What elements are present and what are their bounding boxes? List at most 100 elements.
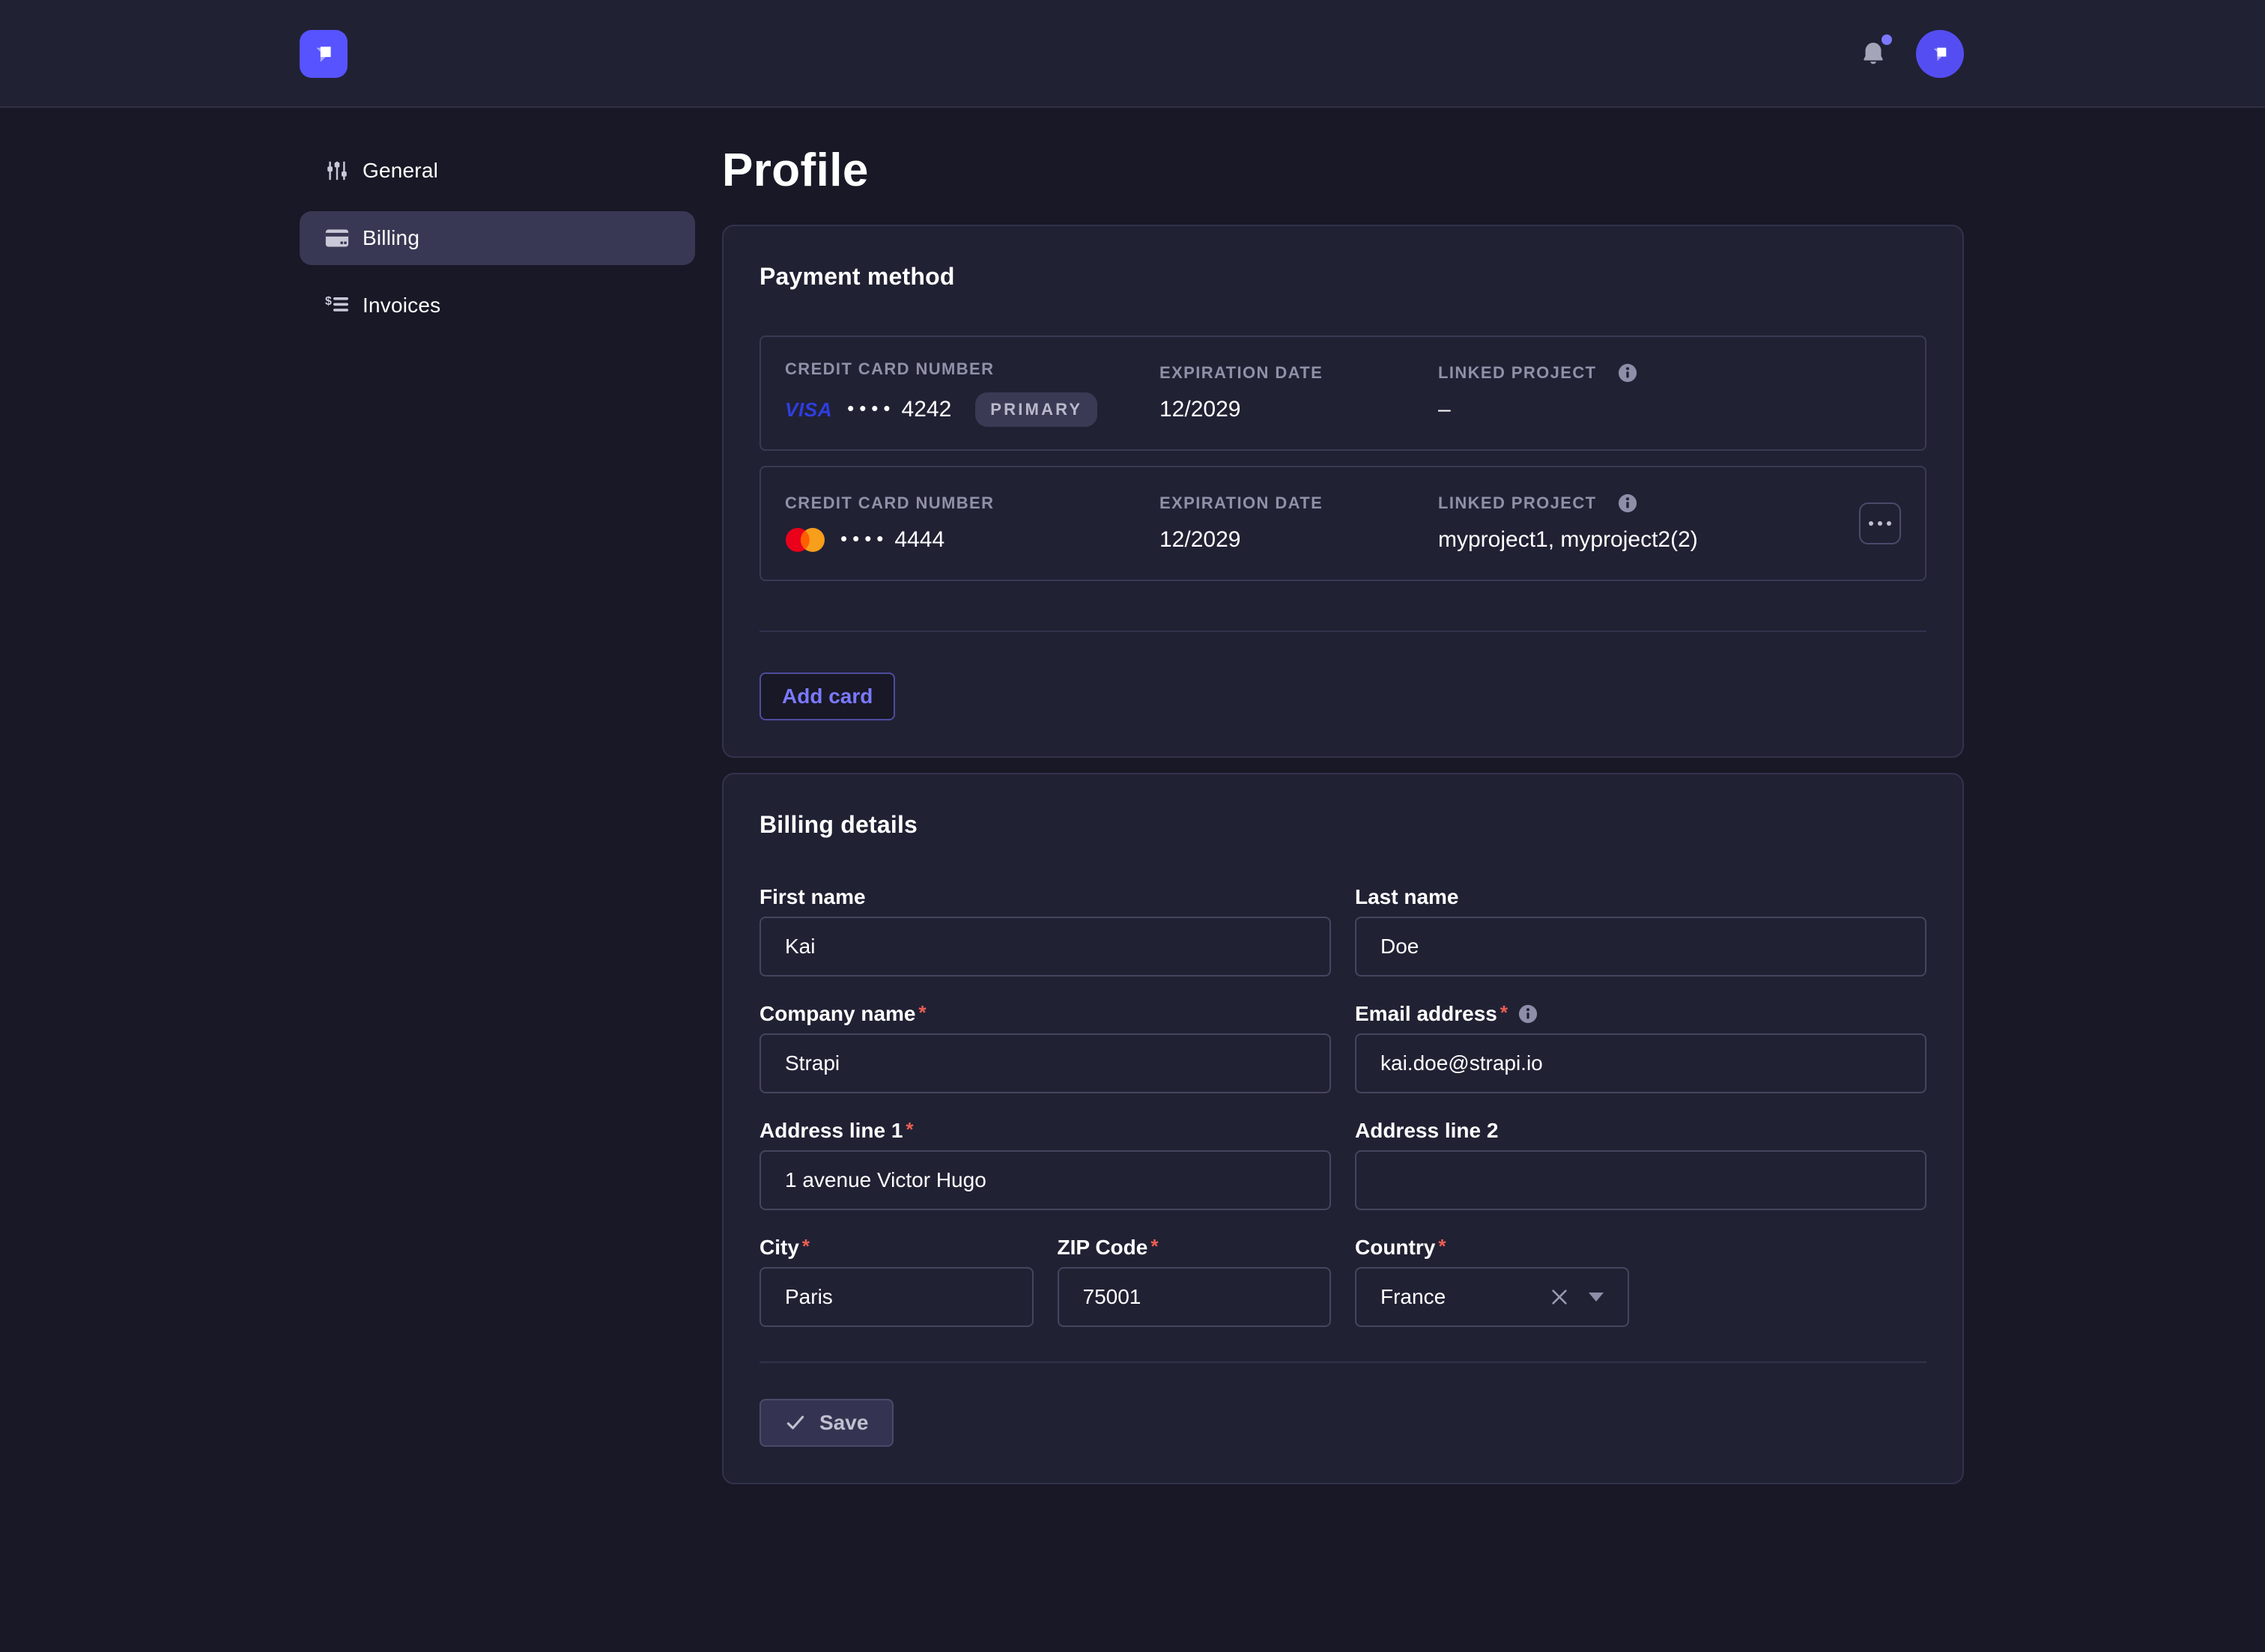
clear-icon[interactable] (1550, 1287, 1569, 1307)
invoice-icon: $ (325, 294, 349, 318)
credit-card-number-label: CREDIT CARD NUMBER (785, 494, 1159, 513)
required-asterisk: * (919, 999, 927, 1026)
settings-sidebar: General Billing $ (300, 144, 695, 346)
credit-card-list: CREDIT CARD NUMBER VISA •••• 4242 PRIMAR… (759, 335, 1926, 581)
zip-code-input[interactable] (1058, 1267, 1332, 1327)
visa-logo: VISA (785, 396, 832, 423)
email-address-label: Email address * (1355, 1000, 1926, 1027)
strapi-mark-icon (307, 37, 340, 70)
chevron-down-icon[interactable] (1589, 1293, 1604, 1302)
card-number-column: CREDIT CARD NUMBER •••• 4444 (785, 494, 1159, 553)
sidebar-item-invoices[interactable]: $ Invoices (300, 279, 695, 332)
topbar (0, 0, 2265, 108)
field-zip-code: ZIP Code * (1058, 1234, 1332, 1327)
city-zip-country-row: City * ZIP Code * Co (759, 1234, 1926, 1327)
sidebar-item-label: General (363, 159, 438, 183)
last-name-input[interactable] (1355, 917, 1926, 977)
city-input[interactable] (759, 1267, 1034, 1327)
notification-dot (1882, 34, 1892, 45)
city-label: City * (759, 1234, 1034, 1261)
address-line-2-label: Address line 2 (1355, 1117, 1926, 1144)
address-line-2-input[interactable] (1355, 1150, 1926, 1210)
first-name-label: First name (759, 884, 1331, 911)
label-text: Country (1355, 1234, 1435, 1261)
card-number-column: CREDIT CARD NUMBER VISA •••• 4242 PRIMAR… (785, 359, 1159, 427)
check-icon (785, 1412, 806, 1433)
svg-text:$: $ (325, 295, 332, 308)
expiration-date-value: 12/2029 (1159, 526, 1438, 553)
app-root: General Billing $ (0, 0, 2265, 1652)
primary-badge: PRIMARY (975, 392, 1097, 427)
linked-project-label-text: LINKED PROJECT (1438, 494, 1597, 513)
linked-project-column: LINKED PROJECT myproject1, myproject2(2) (1438, 494, 1859, 553)
save-button-label: Save (819, 1411, 868, 1435)
field-city: City * (759, 1234, 1034, 1327)
sidebar-item-billing[interactable]: Billing (300, 211, 695, 265)
page-title: Profile (722, 144, 1964, 198)
billing-details-heading: Billing details (759, 810, 1926, 839)
save-button[interactable]: Save (759, 1399, 894, 1447)
field-address-line-2: Address line 2 (1355, 1117, 1926, 1210)
card-last4: 4444 (894, 526, 944, 553)
linked-project-label: LINKED PROJECT (1438, 494, 1859, 513)
label-text: First name (759, 884, 866, 911)
expiration-date-label: EXPIRATION DATE (1159, 363, 1438, 383)
field-company-name: Company name * (759, 1000, 1331, 1093)
masked-digits: •••• (840, 525, 888, 552)
country-selected-value: France (1380, 1285, 1446, 1309)
required-asterisk: * (906, 1116, 913, 1143)
label-text: Last name (1355, 884, 1459, 911)
label-text: ZIP Code (1058, 1234, 1148, 1261)
label-text: Company name (759, 1000, 916, 1027)
expiration-date-value: 12/2029 (1159, 396, 1438, 423)
strapi-logo[interactable] (300, 30, 348, 78)
linked-project-value: myproject1, myproject2(2) (1438, 526, 1859, 553)
billing-details-form: First name Last name Company name * (759, 884, 1926, 1327)
credit-card-number-label: CREDIT CARD NUMBER (785, 359, 1159, 379)
mastercard-logo (785, 527, 825, 553)
empty-grid-cell (1653, 1234, 1927, 1327)
credit-card-row-mastercard: CREDIT CARD NUMBER •••• 4444 EX (759, 466, 1926, 581)
card-number-value: •••• 4444 (785, 526, 1159, 553)
company-name-input[interactable] (759, 1033, 1331, 1093)
country-label: Country * (1355, 1234, 1629, 1261)
payment-method-heading: Payment method (759, 262, 1926, 291)
field-first-name: First name (759, 884, 1331, 977)
card-actions-menu-button[interactable] (1859, 502, 1901, 544)
expiration-column: EXPIRATION DATE 12/2029 (1159, 494, 1438, 553)
first-name-input[interactable] (759, 917, 1331, 977)
linked-project-value: – (1438, 396, 1901, 423)
field-email-address: Email address * (1355, 1000, 1926, 1093)
email-address-input[interactable] (1355, 1033, 1926, 1093)
topbar-actions (1858, 0, 1964, 108)
label-text: Address line 2 (1355, 1117, 1498, 1144)
address-line-1-input[interactable] (759, 1150, 1331, 1210)
required-asterisk: * (1500, 999, 1508, 1026)
ellipsis-icon (1878, 521, 1882, 526)
field-country: Country * France (1355, 1234, 1629, 1327)
required-asterisk: * (802, 1233, 810, 1260)
billing-form-divider (759, 1361, 1926, 1363)
payment-method-card: Payment method CREDIT CARD NUMBER VISA •… (722, 225, 1964, 758)
required-asterisk: * (1438, 1233, 1446, 1260)
expiration-column: EXPIRATION DATE 12/2029 (1159, 363, 1438, 423)
user-avatar[interactable] (1916, 30, 1964, 78)
notifications-button[interactable] (1858, 37, 1890, 70)
add-card-button[interactable]: Add card (759, 672, 895, 720)
label-text: City (759, 1234, 799, 1261)
sidebar-item-label: Invoices (363, 294, 440, 318)
zip-code-label: ZIP Code * (1058, 1234, 1332, 1261)
info-icon[interactable] (1618, 494, 1637, 513)
masked-digits: •••• (847, 395, 895, 422)
field-last-name: Last name (1355, 884, 1926, 977)
company-name-label: Company name * (759, 1000, 1331, 1027)
billing-details-card: Billing details First name Last name (722, 773, 1964, 1484)
credit-card-row-visa: CREDIT CARD NUMBER VISA •••• 4242 PRIMAR… (759, 335, 1926, 451)
country-select[interactable]: France (1355, 1267, 1629, 1327)
info-icon[interactable] (1518, 1004, 1538, 1024)
linked-project-label-text: LINKED PROJECT (1438, 363, 1597, 383)
last-name-label: Last name (1355, 884, 1926, 911)
info-icon[interactable] (1618, 363, 1637, 383)
sidebar-item-general[interactable]: General (300, 144, 695, 198)
linked-project-column: LINKED PROJECT – (1438, 363, 1901, 423)
